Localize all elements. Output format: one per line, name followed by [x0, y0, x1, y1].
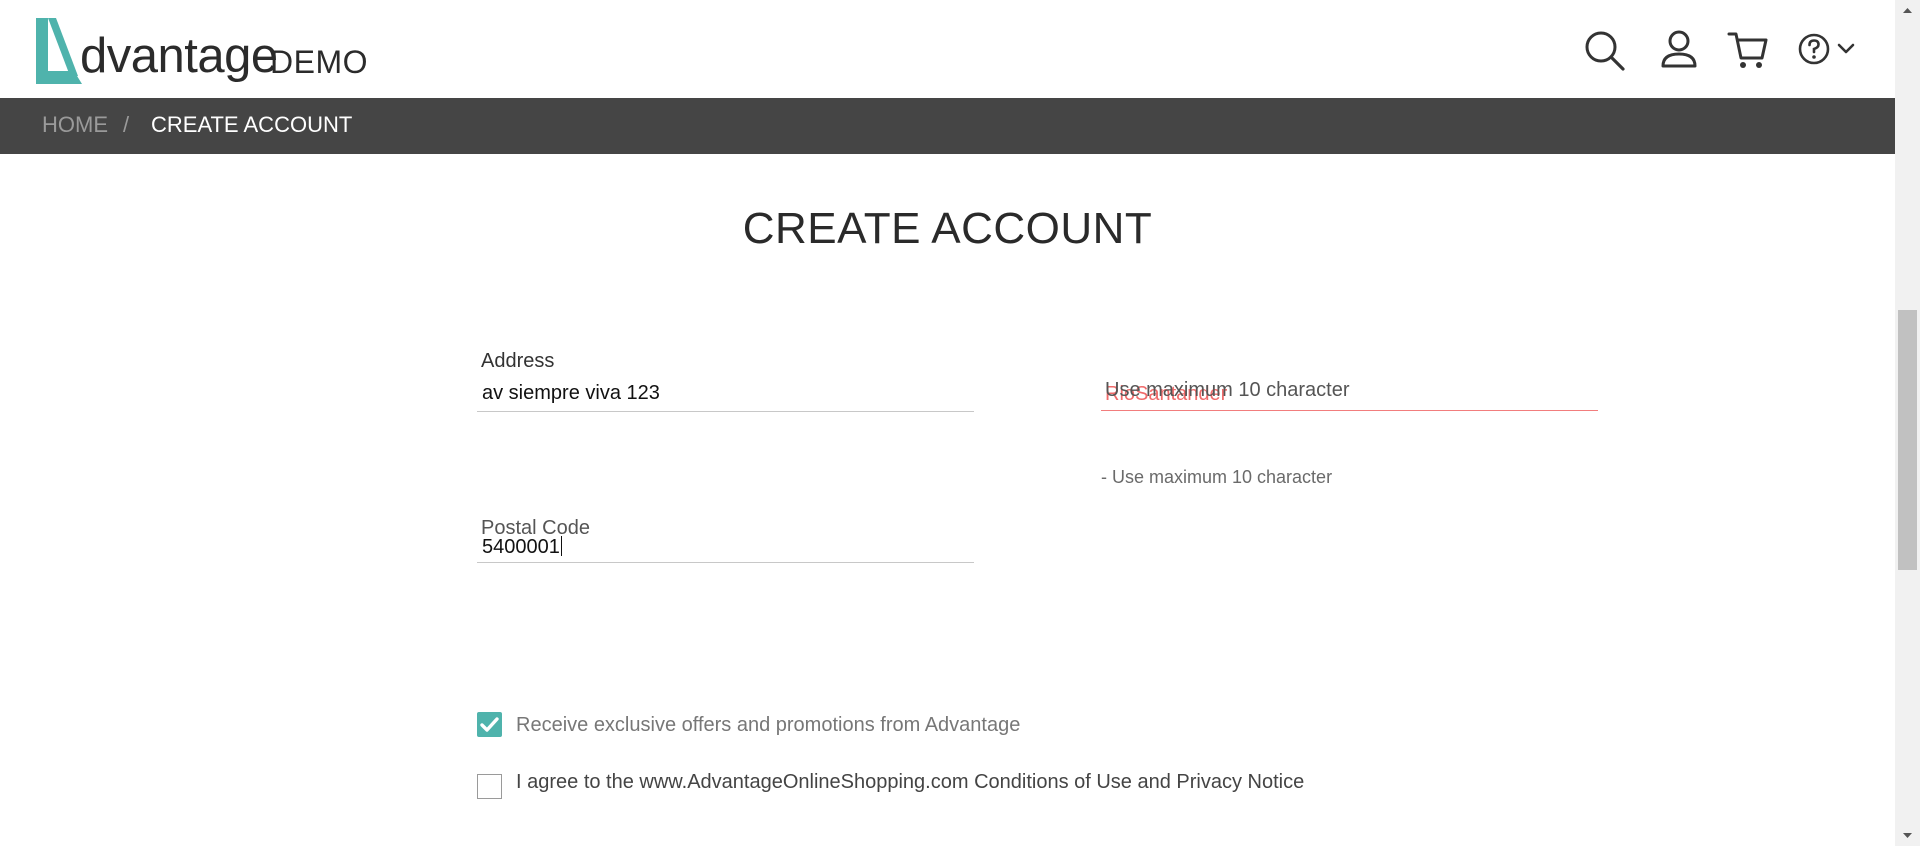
logo-a-mark-icon: [36, 18, 82, 84]
site-header: dvantage DEMO: [0, 0, 1895, 98]
help-icon: [1798, 33, 1830, 65]
scroll-up-arrow-icon[interactable]: [1895, 0, 1920, 20]
postal-code-field[interactable]: Postal Code 5400001: [477, 515, 974, 565]
breadcrumb: HOME / CREATE ACCOUNT: [0, 98, 1895, 154]
address-field[interactable]: Address av siempre viva 123: [477, 345, 974, 415]
logo-wordmark: dvantage: [80, 29, 278, 83]
search-icon[interactable]: [1582, 28, 1626, 72]
breadcrumb-current: CREATE ACCOUNT: [151, 112, 353, 137]
checkmark-icon: [480, 717, 499, 732]
offers-label: Receive exclusive offers and promotions …: [516, 714, 1021, 736]
text-caret: [560, 536, 562, 556]
offers-option[interactable]: Receive exclusive offers and promotions …: [477, 712, 1377, 742]
state-error-hint: - Use maximum 10 character: [1101, 467, 1333, 487]
chevron-down-icon: [1837, 43, 1855, 54]
breadcrumb-separator: /: [123, 112, 130, 137]
state-field[interactable]: RioSantander Use maximum 10 character: [1101, 372, 1598, 412]
terms-option[interactable]: I agree to the www.AdvantageOnlineShoppi…: [477, 772, 1377, 802]
postal-code-label: Postal Code: [481, 517, 590, 539]
cart-icon[interactable]: [1726, 28, 1770, 72]
logo-demo-label: DEMO: [270, 44, 368, 80]
address-label: Address: [481, 350, 555, 372]
address-underline: [477, 411, 974, 412]
advantage-logo[interactable]: dvantage DEMO: [34, 14, 374, 86]
breadcrumb-home-link[interactable]: HOME: [42, 114, 108, 136]
offers-checkbox[interactable]: [477, 712, 502, 737]
scroll-down-arrow-icon[interactable]: [1895, 826, 1920, 846]
page-title: CREATE ACCOUNT: [742, 204, 1153, 253]
help-menu[interactable]: [1797, 28, 1863, 72]
postal-code-value: 5400001: [482, 536, 560, 558]
postal-code-underline: [477, 562, 974, 563]
user-icon[interactable]: [1657, 28, 1701, 72]
address-input[interactable]: av siempre viva 123: [482, 383, 660, 403]
terms-label: I agree to the www.AdvantageOnlineShoppi…: [516, 771, 1305, 793]
state-error-label: Use maximum 10 character: [1105, 379, 1350, 401]
postal-code-input[interactable]: 5400001: [482, 536, 562, 557]
page: dvantage DEMO HOME / CREATE ACCOUNT CREA…: [0, 0, 1895, 846]
state-underline-error: [1101, 410, 1598, 411]
scrollbar-thumb[interactable]: [1898, 310, 1917, 570]
terms-checkbox[interactable]: [477, 774, 502, 799]
vertical-scrollbar[interactable]: [1895, 0, 1920, 846]
